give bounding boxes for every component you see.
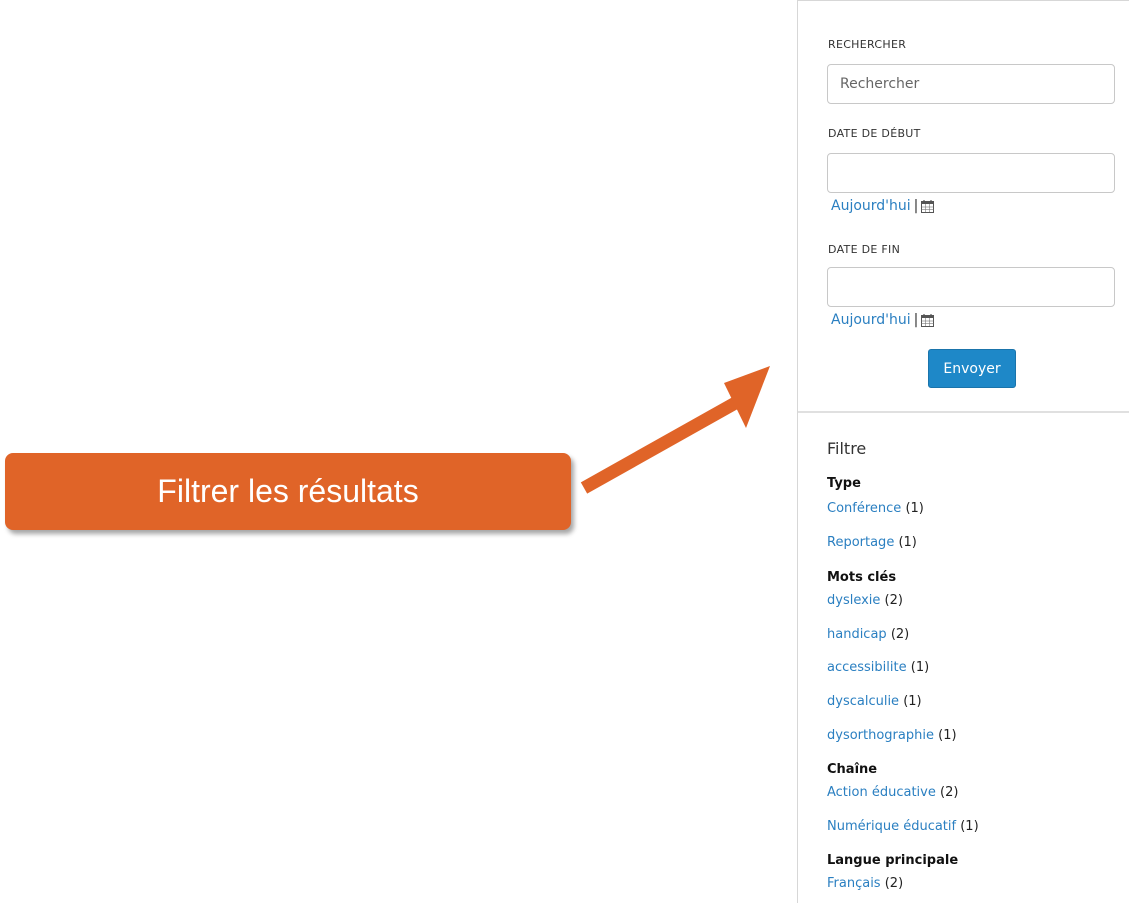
separator: | xyxy=(913,198,919,214)
filter-title: Filtre xyxy=(827,439,867,458)
calendar-icon[interactable] xyxy=(921,313,935,327)
facet-count: (1) xyxy=(938,728,957,743)
facet-link[interactable]: Conférence xyxy=(827,501,901,516)
end-date-label: Date de fin xyxy=(828,243,901,256)
submit-button[interactable]: Envoyer xyxy=(928,349,1016,388)
facet-count: (2) xyxy=(890,627,910,642)
facet-count: (2) xyxy=(940,785,959,800)
facet-item: Numérique éducatif (1) xyxy=(827,819,979,834)
facet-count: (1) xyxy=(960,819,979,834)
facet-link[interactable]: dysorthographie xyxy=(827,728,934,743)
facet-link[interactable]: Action éducative xyxy=(827,785,936,800)
end-date-input[interactable] xyxy=(827,267,1115,307)
facet-item: Reportage (1) xyxy=(827,535,917,550)
callout-text: Filtrer les résultats xyxy=(157,473,419,509)
facet-item: handicap (2) xyxy=(827,627,909,642)
facet-count: (1) xyxy=(903,694,922,709)
facet-heading-keywords: Mots clés xyxy=(827,570,897,585)
search-label: Rechercher xyxy=(828,38,907,51)
callout-box: Filtrer les résultats xyxy=(5,453,571,530)
facet-heading-channel: Chaîne xyxy=(827,762,878,777)
facet-count: (1) xyxy=(910,660,930,675)
end-date-helper: Aujourd'hui | xyxy=(831,312,935,328)
facet-link[interactable]: dyslexie xyxy=(827,593,880,608)
start-today-link[interactable]: Aujourd'hui xyxy=(831,198,911,214)
callout-arrow-icon xyxy=(580,366,770,494)
facet-link[interactable]: Français xyxy=(827,876,881,891)
facet-heading-type: Type xyxy=(827,476,861,491)
end-today-link[interactable]: Aujourd'hui xyxy=(831,312,911,328)
facet-heading-language: Langue principale xyxy=(827,853,959,868)
start-date-input[interactable] xyxy=(827,153,1115,193)
start-date-helper: Aujourd'hui | xyxy=(831,198,935,214)
search-input[interactable] xyxy=(827,64,1115,104)
facet-item: Français (2) xyxy=(827,876,903,891)
facet-link[interactable]: dyscalculie xyxy=(827,694,899,709)
facet-item: accessibilite (1) xyxy=(827,660,929,675)
section-divider xyxy=(798,411,1129,413)
facet-link[interactable]: Numérique éducatif xyxy=(827,819,956,834)
facet-link[interactable]: handicap xyxy=(827,627,887,642)
facet-item: Conférence (1) xyxy=(827,501,924,516)
facet-link[interactable]: Reportage xyxy=(827,535,894,550)
search-form: Rechercher Date de début Aujourd'hui | D… xyxy=(798,1,1129,411)
separator: | xyxy=(913,312,919,328)
calendar-icon[interactable] xyxy=(921,199,935,213)
facet-link[interactable]: accessibilite xyxy=(827,660,907,675)
facet-count: (2) xyxy=(884,593,903,608)
facet-count: (2) xyxy=(884,876,904,891)
facet-item: dyslexie (2) xyxy=(827,593,903,608)
facet-count: (1) xyxy=(898,535,917,550)
start-date-label: Date de début xyxy=(828,127,921,140)
search-filter-panel: Rechercher Date de début Aujourd'hui | D… xyxy=(797,0,1129,903)
facet-item: dysorthographie (1) xyxy=(827,728,957,743)
facet-count: (1) xyxy=(905,501,924,516)
facet-item: Action éducative (2) xyxy=(827,785,958,800)
facet-item: dyscalculie (1) xyxy=(827,694,922,709)
